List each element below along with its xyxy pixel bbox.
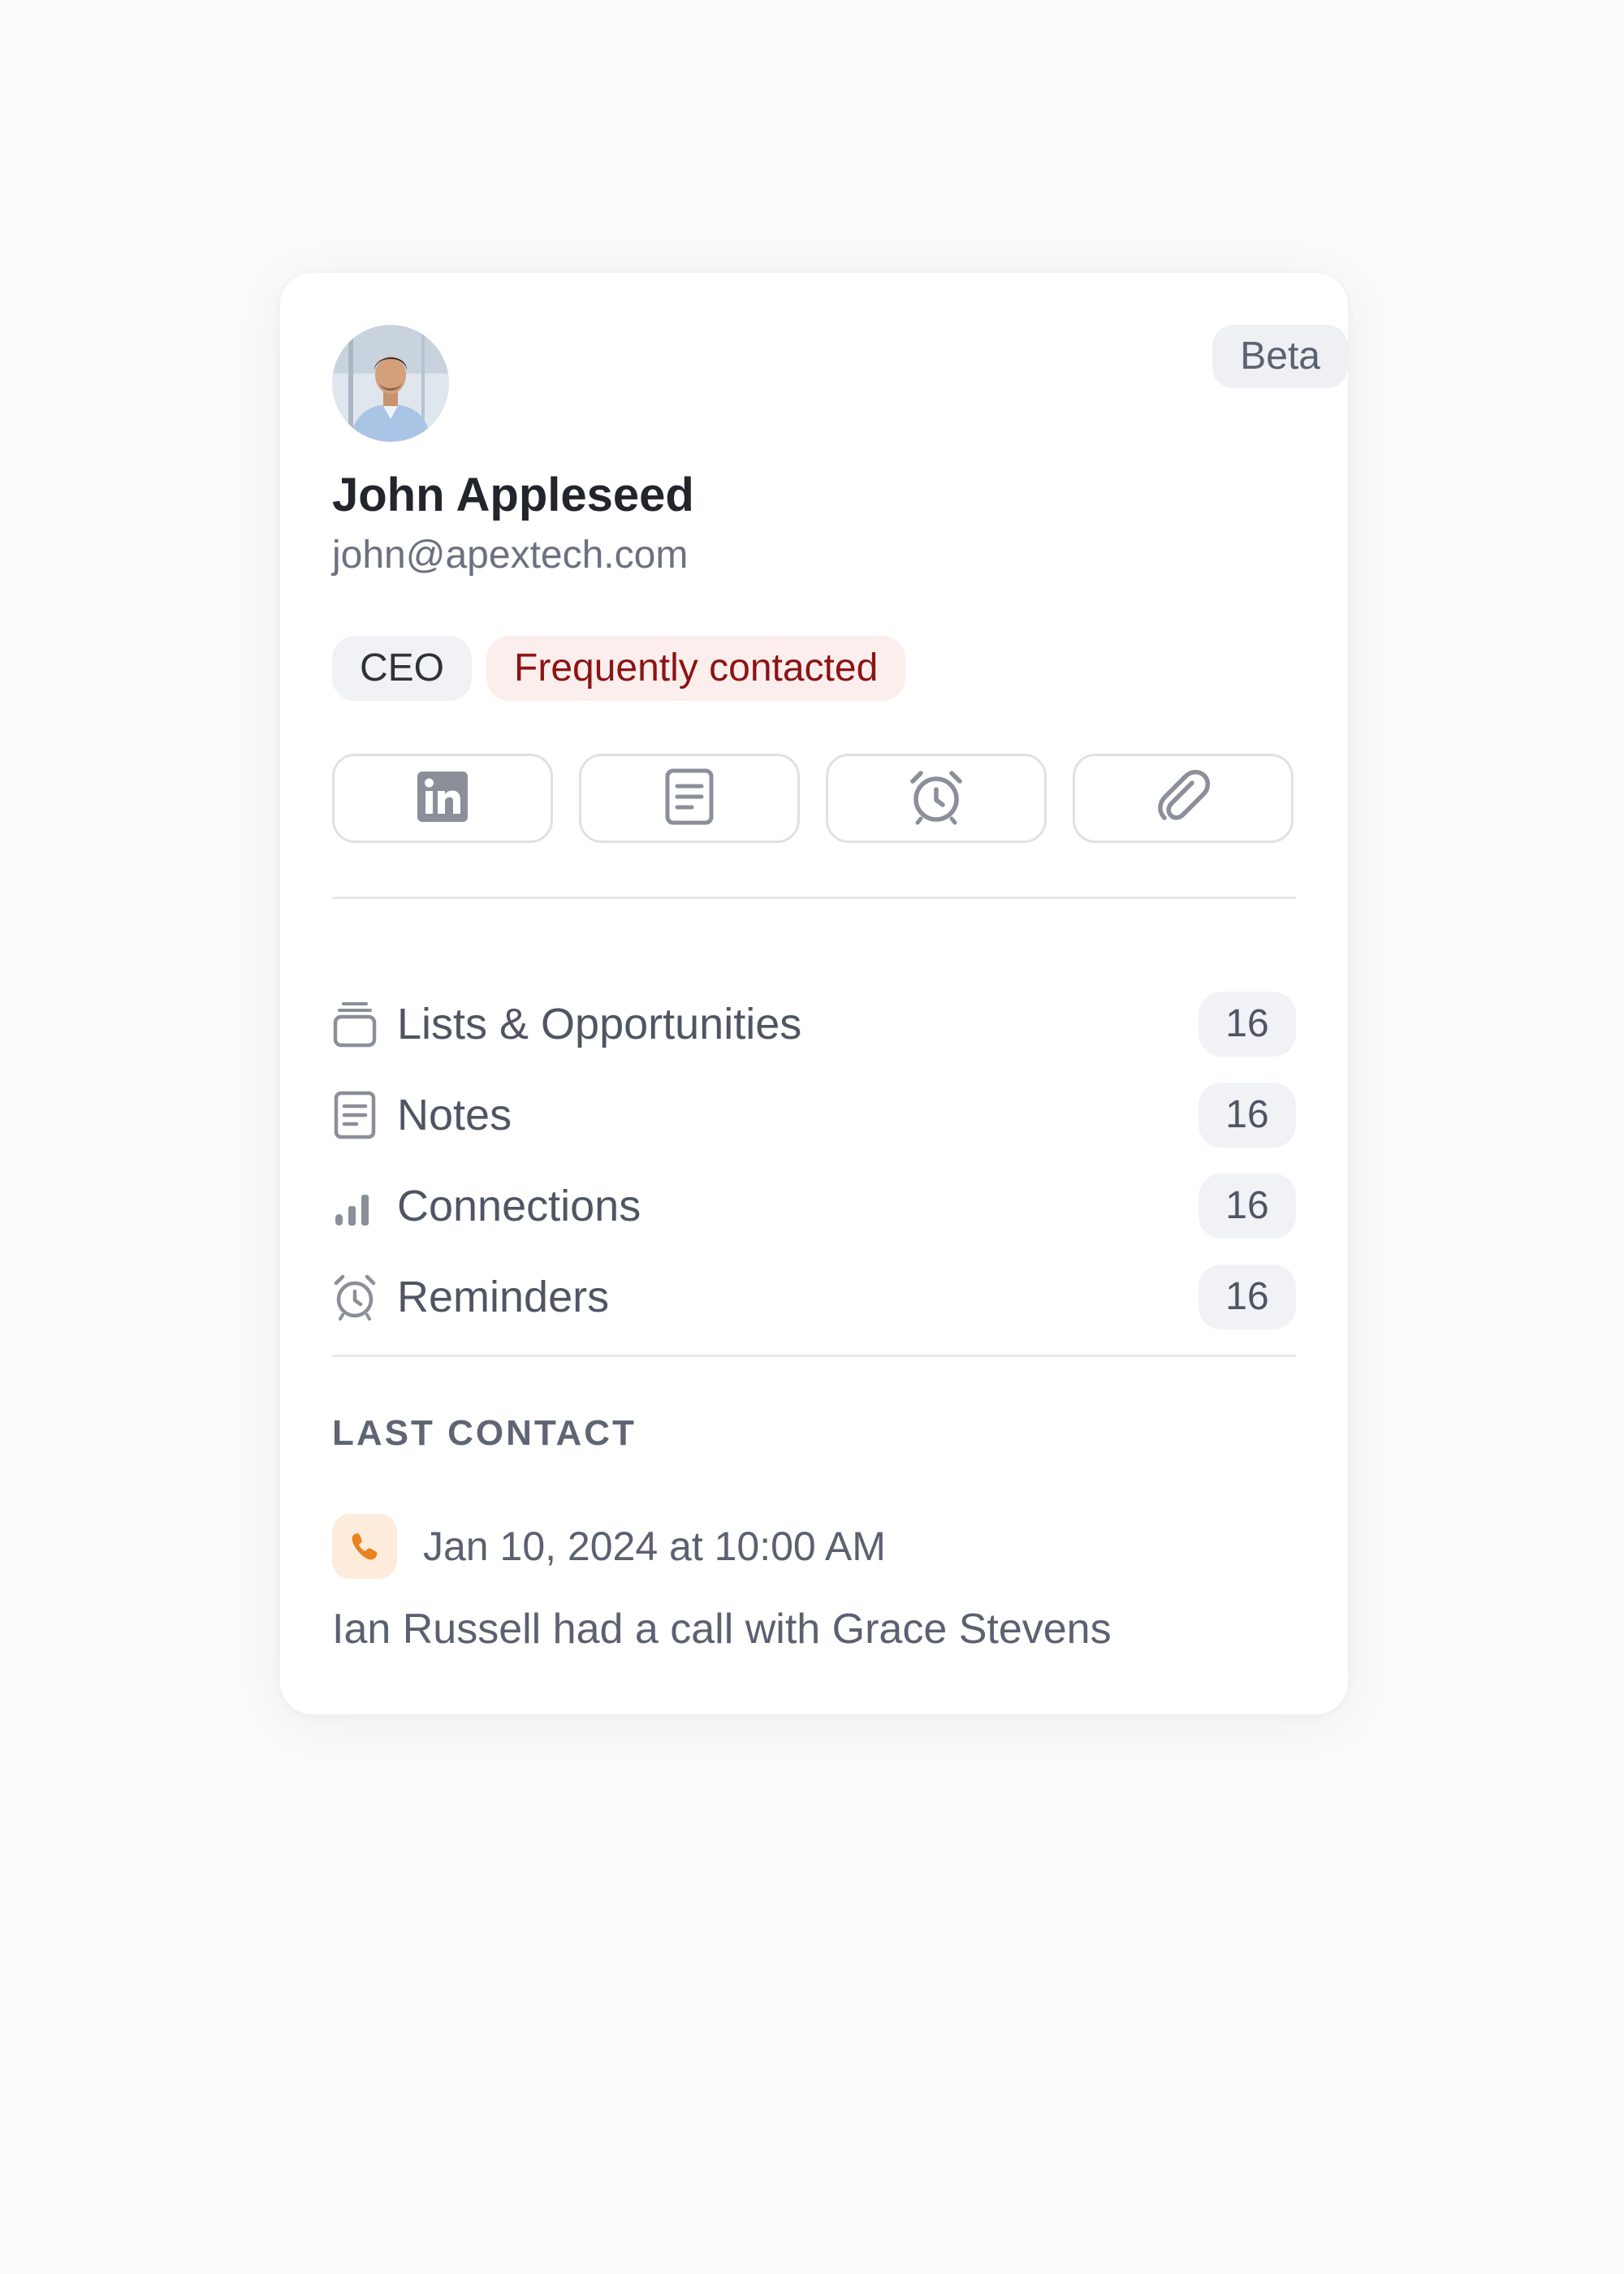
alarm-clock-icon: [908, 768, 965, 829]
stat-count: 16: [1199, 992, 1296, 1057]
signal-bars-icon: [332, 1182, 381, 1230]
notes-button[interactable]: [579, 754, 800, 843]
last-contact-description: Ian Russell had a call with Grace Steven…: [332, 1606, 1112, 1653]
stat-label: Notes: [397, 1091, 512, 1139]
attachment-button[interactable]: [1073, 754, 1294, 843]
stat-row-notes[interactable]: Notes 16: [332, 1083, 1296, 1148]
last-contact-heading: LAST CONTACT: [332, 1413, 637, 1453]
tag-role[interactable]: CEO: [332, 636, 473, 701]
quick-actions: [332, 754, 1294, 843]
paperclip-icon: [1155, 768, 1212, 829]
linkedin-button[interactable]: [332, 754, 553, 843]
divider: [332, 897, 1296, 899]
tag-frequently-contacted[interactable]: Frequently contacted: [486, 636, 906, 701]
avatar[interactable]: [332, 325, 449, 442]
phone-icon: [332, 1514, 397, 1579]
stat-row-lists[interactable]: Lists & Opportunities 16: [332, 992, 1296, 1057]
last-contact-row: Jan 10, 2024 at 10:00 AM: [332, 1514, 886, 1579]
beta-badge: Beta: [1212, 325, 1348, 388]
alarm-clock-icon: [332, 1273, 381, 1321]
stat-label: Lists & Opportunities: [397, 1000, 802, 1048]
document-icon: [664, 768, 715, 829]
document-icon: [332, 1091, 381, 1139]
last-contact-timestamp: Jan 10, 2024 at 10:00 AM: [423, 1524, 886, 1569]
stat-row-connections[interactable]: Connections 16: [332, 1174, 1296, 1239]
stat-label: Reminders: [397, 1273, 610, 1321]
contact-email[interactable]: john@apextech.com: [332, 533, 688, 577]
stat-row-reminders[interactable]: Reminders 16: [332, 1265, 1296, 1329]
linkedin-icon: [417, 771, 468, 826]
stat-count: 16: [1199, 1083, 1296, 1148]
stat-label: Connections: [397, 1182, 641, 1230]
divider: [332, 1355, 1296, 1357]
tag-list: CEO Frequently contacted: [332, 636, 906, 701]
contact-name: John Appleseed: [332, 469, 694, 521]
reminder-button[interactable]: [826, 754, 1047, 843]
stat-count: 16: [1199, 1174, 1296, 1239]
stat-count: 16: [1199, 1265, 1296, 1329]
contact-card: Beta John Appleseed john@apextech.com CE…: [280, 273, 1348, 1714]
stack-icon: [332, 1000, 381, 1048]
